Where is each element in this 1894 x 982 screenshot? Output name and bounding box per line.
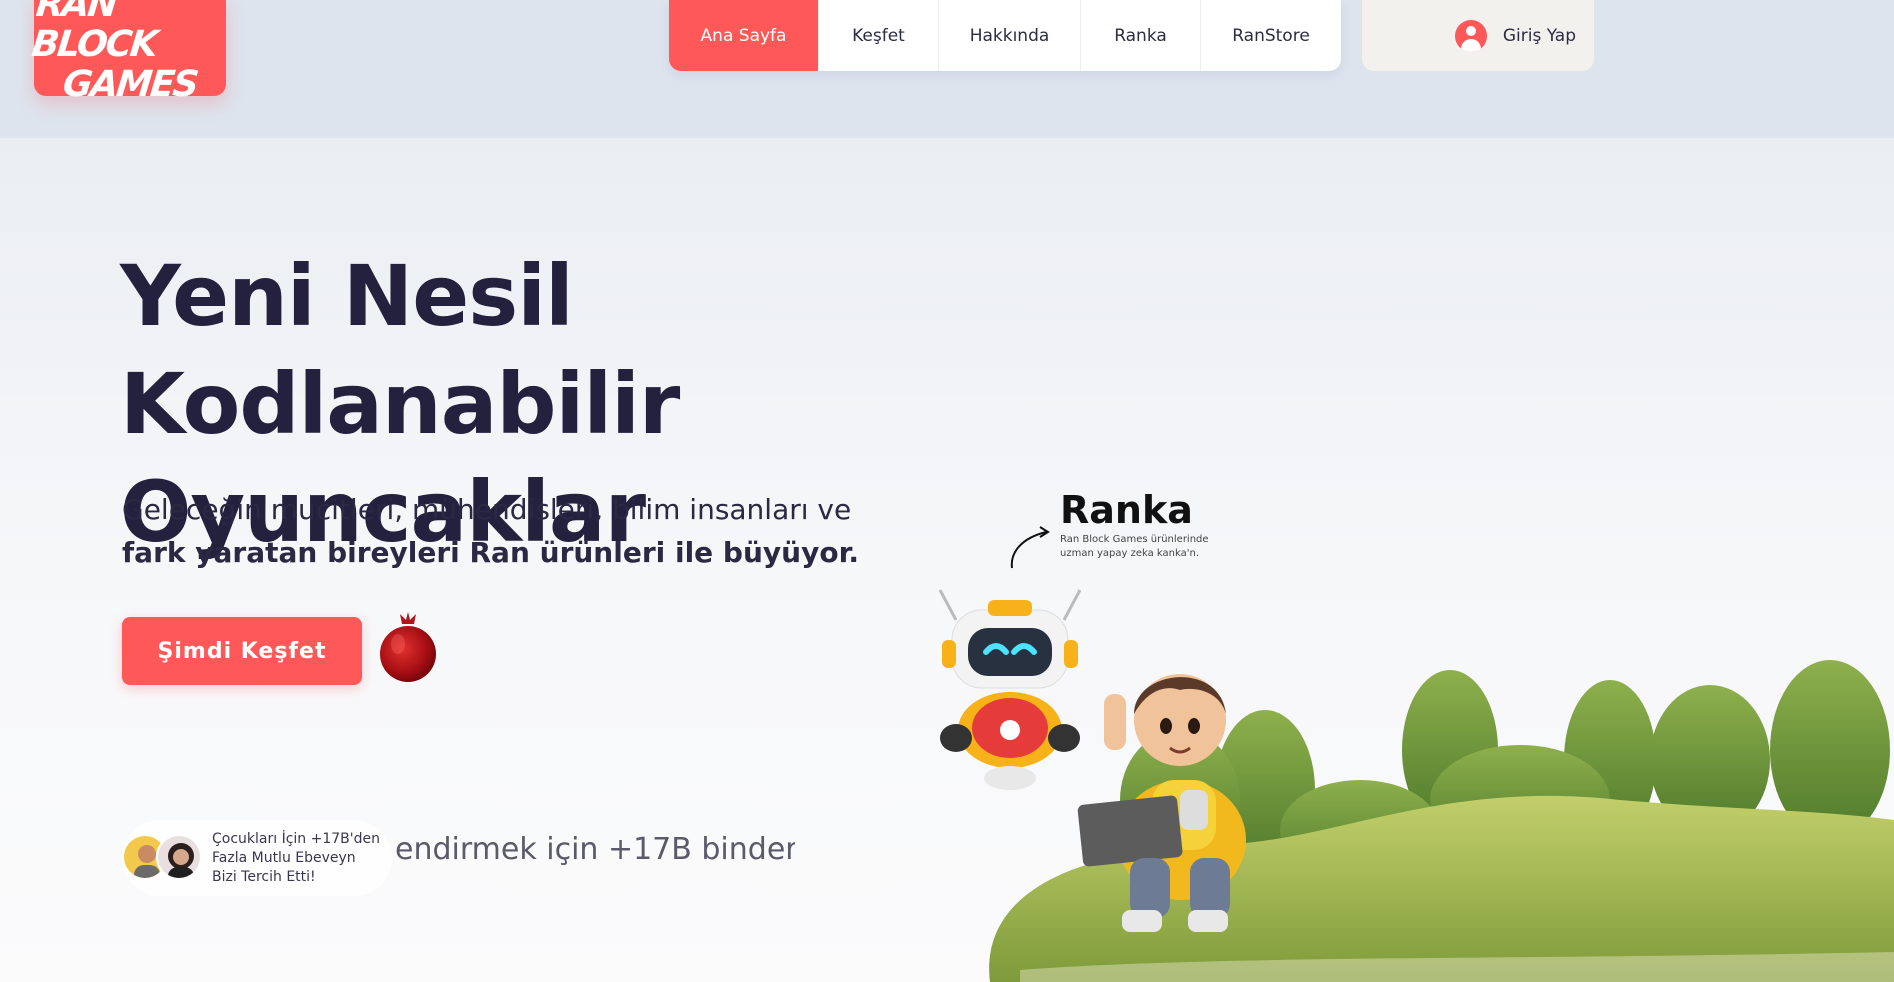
nav-item-kesfet[interactable]: Keşfet bbox=[819, 0, 939, 71]
social-proof-text: Çocukları İçin +17B'den Fazla Mutlu Ebev… bbox=[212, 830, 392, 887]
ranka-desc-line2: uzman yapay zeka kanka'n. bbox=[1060, 548, 1200, 559]
social-proof: Çocukları İçin +17B'den Fazla Mutlu Ebev… bbox=[122, 820, 392, 896]
user-icon bbox=[1454, 19, 1487, 52]
ranka-name: Ranka bbox=[1060, 488, 1193, 532]
nav-item-ranka[interactable]: Ranka bbox=[1081, 0, 1201, 71]
nav-item-ana-sayfa[interactable]: Ana Sayfa bbox=[669, 0, 819, 71]
social-proof-line3: Bizi Tercih Etti! bbox=[212, 868, 316, 885]
main-nav: Ana Sayfa Keşfet Hakkında Ranka RanStore bbox=[669, 0, 1341, 71]
brand-logo[interactable]: RAN BLOCK GAMES bbox=[30, 0, 226, 105]
parent-avatars bbox=[122, 834, 204, 882]
pomegranate-icon bbox=[380, 612, 436, 682]
ranka-desc-line1: Ran Block Games ürünlerinde bbox=[1060, 534, 1209, 545]
hero-subtitle-line1: Geleceğin mucitleri, mühendisleri, bilim… bbox=[122, 493, 852, 526]
login-button[interactable]: Giriş Yap bbox=[1362, 0, 1594, 71]
hero-subtitle-line2: fark yaratan bireyleri Ran ürünleri ile … bbox=[122, 536, 860, 569]
hero-subtitle: Geleceğin mucitleri, mühendisleri, bilim… bbox=[122, 488, 882, 574]
ticker-text: endirmek için +17B binder bbox=[395, 832, 795, 867]
login-label: Giriş Yap bbox=[1502, 25, 1576, 46]
hero-illustration bbox=[938, 589, 1894, 982]
hero-title-line1: Yeni Nesil Kodlanabilir bbox=[120, 247, 680, 453]
ranka-callout: Ranka Ran Block Games ürünlerinde uzman … bbox=[1060, 488, 1300, 560]
social-proof-line2: Fazla Mutlu Ebeveyn bbox=[212, 849, 356, 866]
discover-now-button[interactable]: Şimdi Keşfet bbox=[122, 617, 362, 685]
nav-item-ranstore[interactable]: RanStore bbox=[1201, 0, 1341, 71]
ranka-robot bbox=[938, 589, 1082, 790]
brand-logo-line2: GAMES bbox=[61, 64, 200, 105]
social-proof-line1: Çocukları İçin +17B'den bbox=[212, 830, 380, 847]
brand-logo-line1: RAN BLOCK bbox=[29, 0, 159, 65]
nav-item-hakkinda[interactable]: Hakkında bbox=[939, 0, 1081, 71]
avatar bbox=[156, 834, 202, 880]
